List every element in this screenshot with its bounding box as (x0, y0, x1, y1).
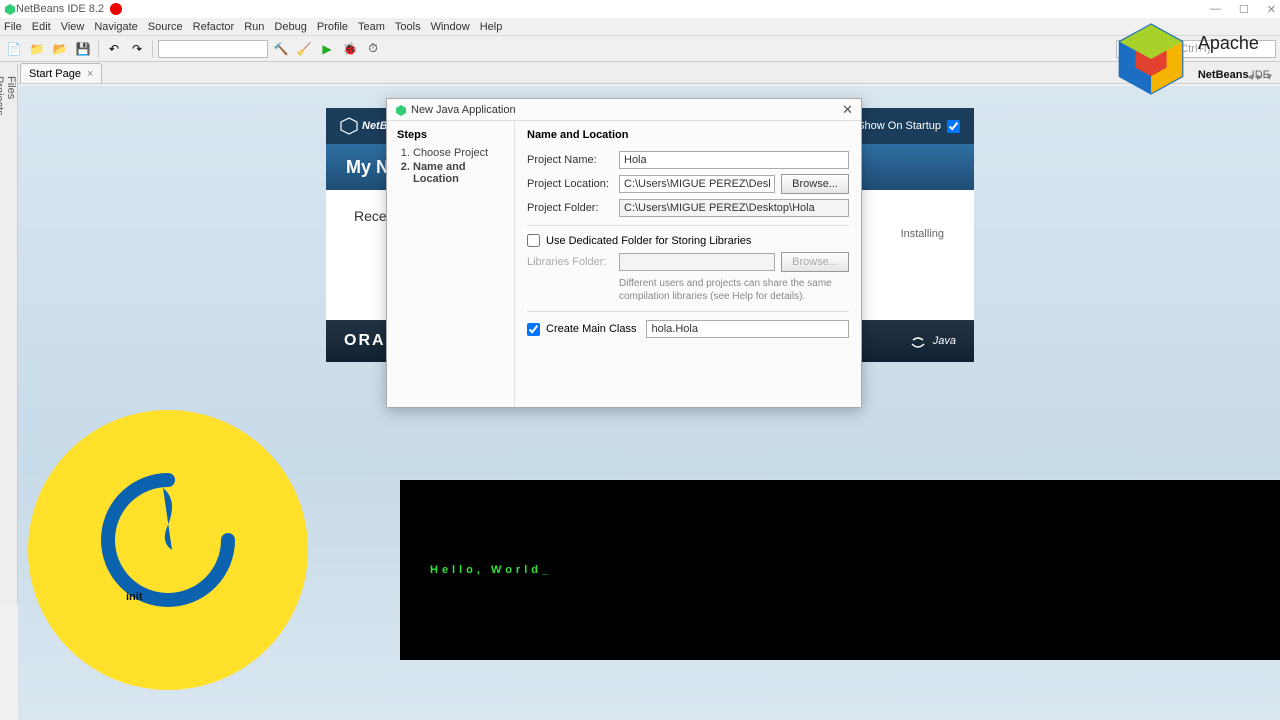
menu-view[interactable]: View (61, 21, 85, 33)
config-selector[interactable] (158, 40, 268, 58)
rail-files[interactable]: Files (5, 76, 17, 598)
browse-location-button[interactable]: Browse... (781, 174, 849, 194)
netbeans-logo-icon (340, 117, 358, 135)
apache-netbeans-logo: Apache NetBeans IDE (1112, 20, 1270, 98)
undo-button[interactable]: ↶ (104, 39, 124, 59)
dialog-form-panel: Name and Location Project Name: Project … (515, 121, 861, 407)
project-location-label: Project Location: (527, 178, 613, 190)
side-rail: Files Projects Services (0, 64, 18, 604)
menu-file[interactable]: File (4, 21, 22, 33)
new-file-button[interactable]: 📄 (4, 39, 24, 59)
toolbar-separator (98, 40, 99, 58)
menu-navigate[interactable]: Navigate (94, 21, 137, 33)
apache-text: Apache (1198, 33, 1270, 54)
redo-button[interactable]: ↷ (127, 39, 147, 59)
window-maximize-button[interactable]: ☐ (1239, 3, 1249, 16)
create-main-class-checkbox[interactable] (527, 323, 540, 336)
project-name-input[interactable] (619, 151, 849, 169)
libraries-hint: Different users and projects can share t… (619, 277, 849, 303)
java-logo: Java (909, 330, 956, 352)
section-heading: Name and Location (527, 129, 849, 141)
clean-build-button[interactable]: 🧹 (294, 39, 314, 59)
menubar: File Edit View Navigate Source Refactor … (0, 18, 1280, 36)
toolbar-separator (152, 40, 153, 58)
menu-profile[interactable]: Profile (317, 21, 348, 33)
debug-button[interactable]: 🐞 (340, 39, 360, 59)
editor-tabbar: Start Page × ◂ ▸ ▾ (0, 62, 1280, 84)
init-icon: init (68, 450, 268, 650)
netbeans-text: NetBeans (1198, 69, 1249, 81)
new-java-app-dialog: New Java Application ✕ Steps Choose Proj… (386, 98, 862, 408)
window-minimize-button[interactable]: — (1210, 3, 1221, 16)
java-cup-icon (909, 330, 927, 352)
java-text: Java (933, 335, 956, 347)
new-project-button[interactable]: 📁 (27, 39, 47, 59)
installing-text: Installing (901, 228, 944, 240)
menu-refactor[interactable]: Refactor (193, 21, 235, 33)
divider (527, 225, 849, 226)
menu-help[interactable]: Help (480, 21, 503, 33)
menu-team[interactable]: Team (358, 21, 385, 33)
steps-heading: Steps (397, 129, 504, 141)
dialog-close-button[interactable]: ✕ (842, 102, 853, 118)
dialog-titlebar[interactable]: New Java Application ✕ (387, 99, 861, 121)
divider (527, 311, 849, 312)
terminal-overlay: Hello, World_ (400, 480, 1280, 660)
step-name-location: Name and Location (413, 161, 504, 185)
project-name-label: Project Name: (527, 154, 613, 166)
profile-button[interactable]: ⏱ (363, 39, 383, 59)
tab-close-icon[interactable]: × (87, 68, 93, 80)
main-class-input[interactable] (646, 320, 849, 338)
rail-projects[interactable]: Projects (0, 76, 5, 598)
window-close-button[interactable]: ✕ (1267, 3, 1276, 16)
create-main-class-label: Create Main Class (546, 323, 636, 335)
project-location-input[interactable] (619, 175, 775, 193)
show-on-startup-label: Show On Startup (857, 120, 941, 132)
show-on-startup-checkbox[interactable] (947, 120, 960, 133)
tab-start-page[interactable]: Start Page × (20, 63, 102, 83)
save-all-button[interactable]: 💾 (73, 39, 93, 59)
dialog-title: New Java Application (411, 104, 516, 116)
dedicated-folder-checkbox[interactable] (527, 234, 540, 247)
window-titlebar: NetBeans IDE 8.2 — ☐ ✕ (0, 0, 1280, 18)
open-project-button[interactable]: 📂 (50, 39, 70, 59)
record-indicator-icon (110, 3, 122, 15)
init-logo: init (28, 410, 308, 690)
project-folder-input (619, 199, 849, 217)
netbeans-cube-icon (1112, 20, 1190, 98)
libraries-folder-label: Libraries Folder: (527, 256, 613, 268)
menu-tools[interactable]: Tools (395, 21, 421, 33)
build-button[interactable]: 🔨 (271, 39, 291, 59)
libraries-folder-input (619, 253, 775, 271)
menu-run[interactable]: Run (244, 21, 264, 33)
step-choose-project: Choose Project (413, 147, 504, 159)
dialog-steps-panel: Steps Choose Project Name and Location (387, 121, 515, 407)
window-title: NetBeans IDE 8.2 (16, 3, 104, 15)
tab-label: Start Page (29, 68, 81, 80)
show-on-startup[interactable]: Show On Startup (843, 120, 974, 133)
netbeans-icon (4, 3, 16, 15)
netbeans-icon (395, 104, 407, 116)
dedicated-folder-label: Use Dedicated Folder for Storing Librari… (546, 235, 751, 247)
toolbar: 📄 📁 📂 💾 ↶ ↷ 🔨 🧹 ▶ 🐞 ⏱ 🔍 Search (Ctrl+I) (0, 36, 1280, 62)
terminal-text: Hello, World_ (430, 564, 552, 576)
run-button[interactable]: ▶ (317, 39, 337, 59)
menu-window[interactable]: Window (431, 21, 470, 33)
ide-text: IDE (1249, 69, 1270, 81)
browse-libraries-button: Browse... (781, 252, 849, 272)
menu-source[interactable]: Source (148, 21, 183, 33)
project-folder-label: Project Folder: (527, 202, 613, 214)
menu-edit[interactable]: Edit (32, 21, 51, 33)
init-text: init (126, 591, 143, 603)
menu-debug[interactable]: Debug (274, 21, 306, 33)
